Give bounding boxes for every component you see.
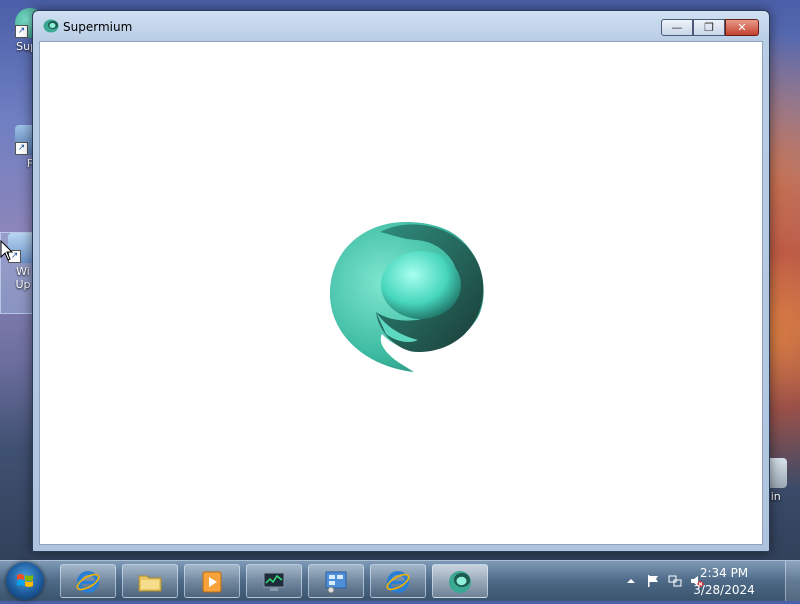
taskbar-button-internet-explorer[interactable]: [60, 564, 116, 598]
supermium-icon: [43, 19, 59, 33]
start-button[interactable]: [6, 562, 44, 600]
taskbar-button-internet-explorer-2[interactable]: [370, 564, 426, 598]
shortcut-arrow-icon: ↗: [15, 25, 28, 38]
close-button[interactable]: ✕: [725, 19, 759, 36]
windows-start-icon: [17, 574, 33, 587]
supermium-window[interactable]: Supermium — ❐ ✕: [32, 10, 770, 552]
shortcut-arrow-icon: ↗: [15, 142, 28, 155]
taskbar-button-media-player[interactable]: [184, 564, 240, 598]
network-icon[interactable]: [668, 574, 682, 588]
window-title: Supermium: [63, 20, 133, 34]
ie-icon: [76, 571, 100, 593]
clock-date[interactable]: 3/28/2024: [684, 583, 764, 597]
taskbar-button-supermium[interactable]: [432, 564, 488, 598]
maximize-button[interactable]: ❐: [693, 19, 725, 36]
monitor-icon: [263, 572, 285, 591]
mouse-cursor-icon: [0, 240, 14, 261]
minimize-button[interactable]: —: [661, 19, 693, 36]
action-center-flag-icon[interactable]: [646, 574, 660, 588]
show-hidden-icons-icon[interactable]: [624, 574, 638, 588]
show-desktop-button[interactable]: [785, 561, 800, 601]
window-content: [39, 41, 763, 545]
folder-icon: [138, 575, 162, 592]
control-panel-icon: [325, 571, 347, 594]
taskbar: 2:34 PM 3/28/2024: [0, 560, 800, 601]
clock-time[interactable]: 2:34 PM: [684, 566, 764, 580]
taskbar-button-task-manager[interactable]: [246, 564, 302, 598]
taskbar-button-control-panel[interactable]: [308, 564, 364, 598]
media-player-icon: [202, 571, 222, 593]
ie-icon: [386, 571, 410, 593]
system-tray: 2:34 PM 3/28/2024: [612, 561, 792, 601]
title-bar[interactable]: Supermium — ❐ ✕: [33, 11, 769, 41]
supermium-icon: [449, 571, 471, 593]
taskbar-button-explorer[interactable]: [122, 564, 178, 598]
supermium-logo-icon: [329, 222, 484, 372]
